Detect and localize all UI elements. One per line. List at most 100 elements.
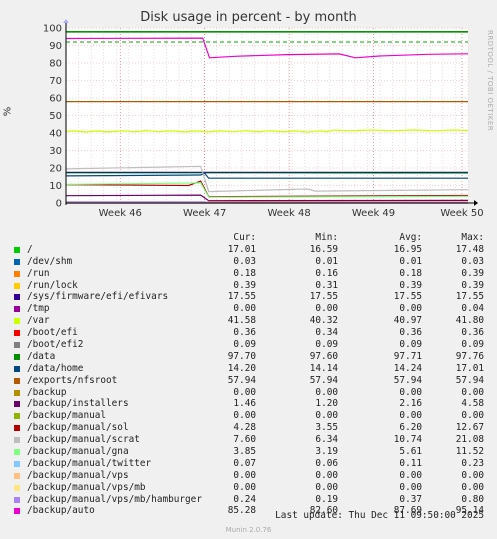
value-cur: 0.18 [233, 267, 256, 279]
legend-row: /boot/efi 0.36 0.34 0.36 0.36 [12, 327, 492, 339]
value-min: 1.20 [315, 398, 338, 410]
header-cur: Cur: [233, 232, 256, 243]
legend-label: /run/lock [27, 279, 78, 291]
legend-row: /var 41.58 40.32 40.97 41.80 [12, 315, 492, 327]
value-max: 0.36 [461, 327, 484, 339]
legend-label: /boot/efi [27, 327, 78, 339]
legend-swatch [14, 496, 20, 503]
header-max: Max: [461, 232, 484, 243]
value-min: 0.00 [315, 481, 338, 493]
value-avg: 0.00 [399, 303, 422, 315]
y-axis-label: % [2, 106, 14, 117]
value-avg: 40.97 [393, 315, 422, 327]
value-cur: 4.28 [233, 422, 256, 434]
legend-swatch [14, 389, 20, 396]
legend-swatch [14, 330, 20, 337]
legend-label: /data [27, 350, 56, 362]
value-cur: 7.60 [233, 434, 256, 446]
x-tick-label: Week 47 [183, 208, 226, 219]
value-avg: 2.16 [399, 398, 422, 410]
value-min: 17.55 [309, 291, 338, 303]
value-min: 14.14 [309, 362, 338, 374]
value-max: 0.00 [461, 410, 484, 422]
legend-row: / 17.01 16.59 16.95 17.48 [12, 244, 492, 256]
value-avg: 14.24 [393, 362, 422, 374]
legend-row: /backup/manual/vps/mb/hamburger 0.24 0.19 0… [12, 494, 492, 506]
value-cur: 97.70 [227, 350, 256, 362]
value-cur: 14.20 [227, 362, 256, 374]
value-avg: 0.00 [399, 410, 422, 422]
value-min: 0.31 [315, 279, 338, 291]
legend-swatch [14, 318, 20, 325]
legend-row: /data 97.70 97.60 97.71 97.76 [12, 351, 492, 363]
chart-title: Disk usage in percent - by month [140, 10, 357, 25]
legend-row: /boot/efi2 0.09 0.09 0.09 0.09 [12, 339, 492, 351]
y-tick-label: 80 [49, 59, 62, 70]
legend-label: / [27, 243, 33, 255]
value-max: 17.55 [455, 291, 484, 303]
legend-label: /run [27, 267, 50, 279]
legend-row: /dev/shm 0.03 0.01 0.01 0.03 [12, 256, 492, 268]
value-max: 41.80 [455, 315, 484, 327]
legend-row: /tmp 0.00 0.00 0.00 0.04 [12, 303, 492, 315]
y-tick-label: 50 [49, 111, 62, 122]
value-avg: 0.37 [399, 493, 422, 505]
value-max: 12.67 [455, 422, 484, 434]
legend-label: /dev/shm [27, 255, 73, 267]
legend-row: /backup/manual/twitter 0.07 0.06 0.11 0.23 [12, 458, 492, 470]
value-cur: 0.39 [233, 279, 256, 291]
value-cur: 0.09 [233, 339, 256, 351]
legend-swatch [14, 449, 20, 456]
value-cur: 0.03 [233, 255, 256, 267]
legend-label: /backup [27, 386, 67, 398]
legend-label: /backup/manual/twitter [27, 457, 152, 469]
value-min: 0.00 [315, 469, 338, 481]
legend-swatch [14, 365, 20, 372]
value-cur: 41.58 [227, 315, 256, 327]
legend-row: /backup 0.00 0.00 0.00 0.00 [12, 387, 492, 399]
y-tick-label: 100 [43, 24, 62, 35]
legend-row: /backup/manual/vps/mb 0.00 0.00 0.00 0.00 [12, 482, 492, 494]
y-tick-label: 0 [56, 199, 62, 210]
value-min: 0.06 [315, 457, 338, 469]
value-max: 0.23 [461, 457, 484, 469]
header-min: Min: [315, 232, 338, 243]
legend-swatch [14, 472, 20, 479]
value-max: 0.09 [461, 339, 484, 351]
value-min: 0.00 [315, 386, 338, 398]
legend-label: /backup/manual/vps/mb/hamburger [27, 493, 202, 505]
x-tick-label: Week 48 [267, 208, 310, 219]
legend-label: /backup/manual/scrat [27, 434, 140, 446]
legend-label: /backup/installers [27, 398, 129, 410]
value-max: 97.76 [455, 350, 484, 362]
value-avg: 97.71 [393, 350, 422, 362]
legend-label: /backup/manual/vps [27, 469, 129, 481]
value-cur: 0.00 [233, 410, 256, 422]
legend-row: /run/lock 0.39 0.31 0.39 0.39 [12, 280, 492, 292]
legend-swatch [14, 246, 20, 253]
legend-swatch [14, 437, 20, 444]
value-avg: 0.00 [399, 469, 422, 481]
value-max: 57.94 [455, 374, 484, 386]
y-tick-label: 60 [49, 94, 62, 105]
header-avg: Avg: [399, 232, 422, 243]
value-avg: 0.36 [399, 327, 422, 339]
y-tick-label: 70 [49, 76, 62, 87]
legend-row: /backup/manual 0.00 0.00 0.00 0.00 [12, 410, 492, 422]
value-min: 0.09 [315, 339, 338, 351]
legend-row: /backup/manual/scrat 7.60 6.34 10.74 21.08 [12, 434, 492, 446]
value-avg: 0.09 [399, 339, 422, 351]
value-min: 16.59 [309, 243, 338, 255]
legend-label: /backup/manual [27, 410, 107, 422]
value-cur: 0.24 [233, 493, 256, 505]
legend-label: /boot/efi2 [27, 339, 84, 351]
value-avg: 0.01 [399, 255, 422, 267]
rrdtool-credit: RRDTOOL / TOBI OETIKER [486, 30, 494, 132]
value-max: 4.58 [461, 398, 484, 410]
value-avg: 0.18 [399, 267, 422, 279]
value-cur: 0.00 [233, 386, 256, 398]
value-cur: 0.00 [233, 469, 256, 481]
value-max: 0.39 [461, 267, 484, 279]
legend-row: /data/home 14.20 14.14 14.24 17.01 [12, 363, 492, 375]
value-cur: 3.85 [233, 446, 256, 458]
